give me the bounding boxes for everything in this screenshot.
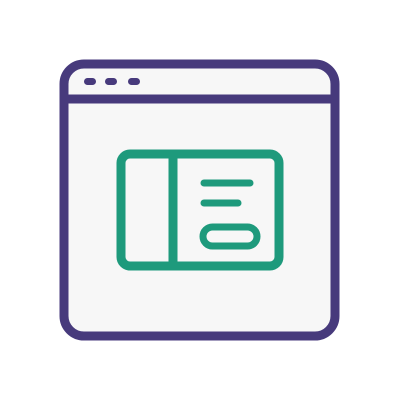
browser-window-icon [59,59,340,341]
window-frame [59,59,340,341]
window-dot-3 [128,78,140,85]
browser-window-layout-icon [59,59,340,341]
window-dot-2 [105,78,117,85]
icon-canvas [0,0,400,401]
window-dot-1 [84,78,96,85]
window-control-dots-icon [84,78,140,85]
